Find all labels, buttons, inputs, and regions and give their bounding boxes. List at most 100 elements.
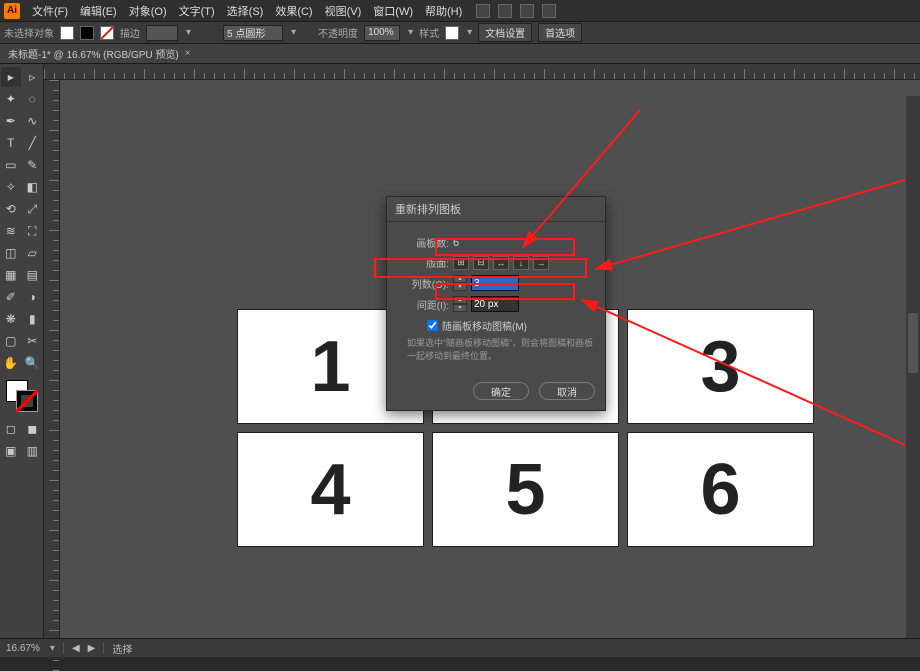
magic-wand-tool[interactable]: ✦ <box>1 89 21 109</box>
stroke-dropdown-icon[interactable] <box>184 27 191 38</box>
selection-tool[interactable]: ▸ <box>1 67 21 87</box>
artboard-3[interactable]: 3 <box>628 310 813 423</box>
perspective-tool[interactable]: ▱ <box>23 243 43 263</box>
rotate-tool[interactable]: ⟲ <box>1 199 21 219</box>
layout-grid-col-button[interactable]: ⊟ <box>473 256 489 270</box>
artboard-5[interactable]: 5 <box>433 433 618 546</box>
vertical-scrollbar[interactable] <box>906 96 920 638</box>
dialog-title: 重新排列图板 <box>387 197 605 222</box>
artboard-count-label: 画板数: <box>397 235 449 250</box>
menu-edit[interactable]: 编辑(E) <box>74 3 123 19</box>
scale-tool[interactable]: ⤢ <box>23 199 43 219</box>
spacing-label: 间距(I): <box>397 297 449 312</box>
gradient-tool[interactable]: ▤ <box>23 265 43 285</box>
direct-selection-tool[interactable]: ▹ <box>23 67 43 87</box>
menu-effect[interactable]: 效果(C) <box>269 3 318 19</box>
opacity-dropdown-icon[interactable] <box>406 27 413 38</box>
style-dropdown-icon[interactable] <box>465 27 472 38</box>
menubar: Ai 文件(F) 编辑(E) 对象(O) 文字(T) 选择(S) 效果(C) 视… <box>0 0 920 22</box>
columns-input[interactable] <box>471 275 519 291</box>
eraser-tool[interactable]: ◧ <box>23 177 43 197</box>
layout-col-button[interactable]: ↓ <box>513 256 529 270</box>
zoom-tool[interactable]: 🔍 <box>23 353 43 373</box>
style-swatch[interactable] <box>445 26 459 40</box>
opacity-input[interactable] <box>364 25 400 41</box>
arrange-icon[interactable] <box>520 4 534 18</box>
column-graph-tool[interactable]: ▮ <box>23 309 43 329</box>
lasso-tool[interactable]: ◌ <box>23 89 43 109</box>
document-tab-title: 未标题-1* @ 16.67% (RGB/GPU 预览) <box>8 46 179 61</box>
menu-type[interactable]: 文字(T) <box>173 3 221 19</box>
style-label: 样式 <box>419 25 439 40</box>
zoom-dropdown-icon[interactable] <box>48 643 55 654</box>
tab-close-icon[interactable]: × <box>185 48 191 59</box>
nav-next-icon[interactable]: ▶ <box>88 643 96 654</box>
draw-behind-icon[interactable]: ◼ <box>23 419 43 439</box>
app-logo: Ai <box>4 3 20 19</box>
pen-tool[interactable]: ✒ <box>1 111 21 131</box>
columns-label: 列数(O): <box>397 276 449 291</box>
layout-rtl-button[interactable]: → <box>533 256 549 270</box>
line-tool[interactable]: ╱ <box>23 133 43 153</box>
bridge-icon[interactable] <box>476 4 490 18</box>
fill-swatch[interactable] <box>60 26 74 40</box>
artboard-4[interactable]: 4 <box>238 433 423 546</box>
cancel-button[interactable]: 取消 <box>539 382 595 400</box>
zoom-level[interactable]: 16.67% <box>6 643 40 654</box>
move-artwork-checkbox[interactable] <box>427 320 438 331</box>
spacing-stepper[interactable]: ▴▾ <box>453 296 467 312</box>
layout-row-button[interactable]: ↔ <box>493 256 509 270</box>
eyedropper-tool[interactable]: ✐ <box>1 287 21 307</box>
menu-view[interactable]: 视图(V) <box>319 3 368 19</box>
dialog-help-text: 如果选中“随画板移动图稿”，则会将图稿和画板一起移动到最终位置。 <box>407 337 595 362</box>
vertical-ruler[interactable] <box>44 80 60 638</box>
blend-tool[interactable]: ◑ <box>23 287 43 307</box>
rectangle-tool[interactable]: ▭ <box>1 155 21 175</box>
no-stroke-swatch[interactable] <box>100 26 114 40</box>
rearrange-artboards-dialog: 重新排列图板 画板数: 6 版面: ⊞ ⊟ ↔ ↓ → 列数(O): ▴▾ 间距… <box>386 196 606 411</box>
stroke-swatch[interactable] <box>80 26 94 40</box>
symbol-sprayer-tool[interactable]: ❋ <box>1 309 21 329</box>
doc-setup-button[interactable]: 文档设置 <box>478 23 532 42</box>
spacing-input[interactable] <box>471 296 519 312</box>
stroke-width-input[interactable] <box>146 25 178 41</box>
brush-profile-input[interactable] <box>223 25 283 41</box>
color-swatches[interactable] <box>6 380 38 412</box>
preferences-button[interactable]: 首选项 <box>538 23 582 42</box>
draw-normal-icon[interactable]: ◻ <box>1 419 21 439</box>
columns-stepper[interactable]: ▴▾ <box>453 275 467 291</box>
horizontal-ruler[interactable] <box>44 64 920 80</box>
nav-prev-icon[interactable]: ◀ <box>72 643 80 654</box>
menu-object[interactable]: 对象(O) <box>123 3 173 19</box>
artboard-6[interactable]: 6 <box>628 433 813 546</box>
profile-dropdown-icon[interactable] <box>289 27 296 38</box>
artboard-tool[interactable]: ▢ <box>1 331 21 351</box>
paintbrush-tool[interactable]: ✎ <box>23 155 43 175</box>
type-tool[interactable]: T <box>1 133 21 153</box>
stock-icon[interactable] <box>498 4 512 18</box>
ok-button[interactable]: 确定 <box>473 382 529 400</box>
layout-grid-row-button[interactable]: ⊞ <box>453 256 469 270</box>
slice-tool[interactable]: ✂ <box>23 331 43 351</box>
move-artwork-checkbox-label: 随画板移动图稿(M) <box>442 318 527 333</box>
sync-icon[interactable] <box>542 4 556 18</box>
free-transform-tool[interactable]: ⛶ <box>23 221 43 241</box>
menu-file[interactable]: 文件(F) <box>26 3 74 19</box>
menu-select[interactable]: 选择(S) <box>221 3 270 19</box>
menu-help[interactable]: 帮助(H) <box>419 3 468 19</box>
document-tabbar: 未标题-1* @ 16.67% (RGB/GPU 预览) × <box>0 44 920 64</box>
document-tab[interactable]: 未标题-1* @ 16.67% (RGB/GPU 预览) × <box>8 46 191 61</box>
hand-tool[interactable]: ✋ <box>1 353 21 373</box>
shaper-tool[interactable]: ✧ <box>1 177 21 197</box>
width-tool[interactable]: ≋ <box>1 221 21 241</box>
screen-mode-icon[interactable]: ▣ <box>1 441 21 461</box>
scrollbar-thumb[interactable] <box>908 313 918 373</box>
control-bar: 未选择对象 描边 不透明度 样式 文档设置 首选项 <box>0 22 920 44</box>
curvature-tool[interactable]: ∿ <box>23 111 43 131</box>
no-color-icon <box>16 390 38 412</box>
move-artwork-checkbox-row[interactable]: 随画板移动图稿(M) <box>427 318 595 333</box>
menu-window[interactable]: 窗口(W) <box>367 3 419 19</box>
change-screen-icon[interactable]: ▥ <box>23 441 43 461</box>
mesh-tool[interactable]: ▦ <box>1 265 21 285</box>
shape-builder-tool[interactable]: ◫ <box>1 243 21 263</box>
